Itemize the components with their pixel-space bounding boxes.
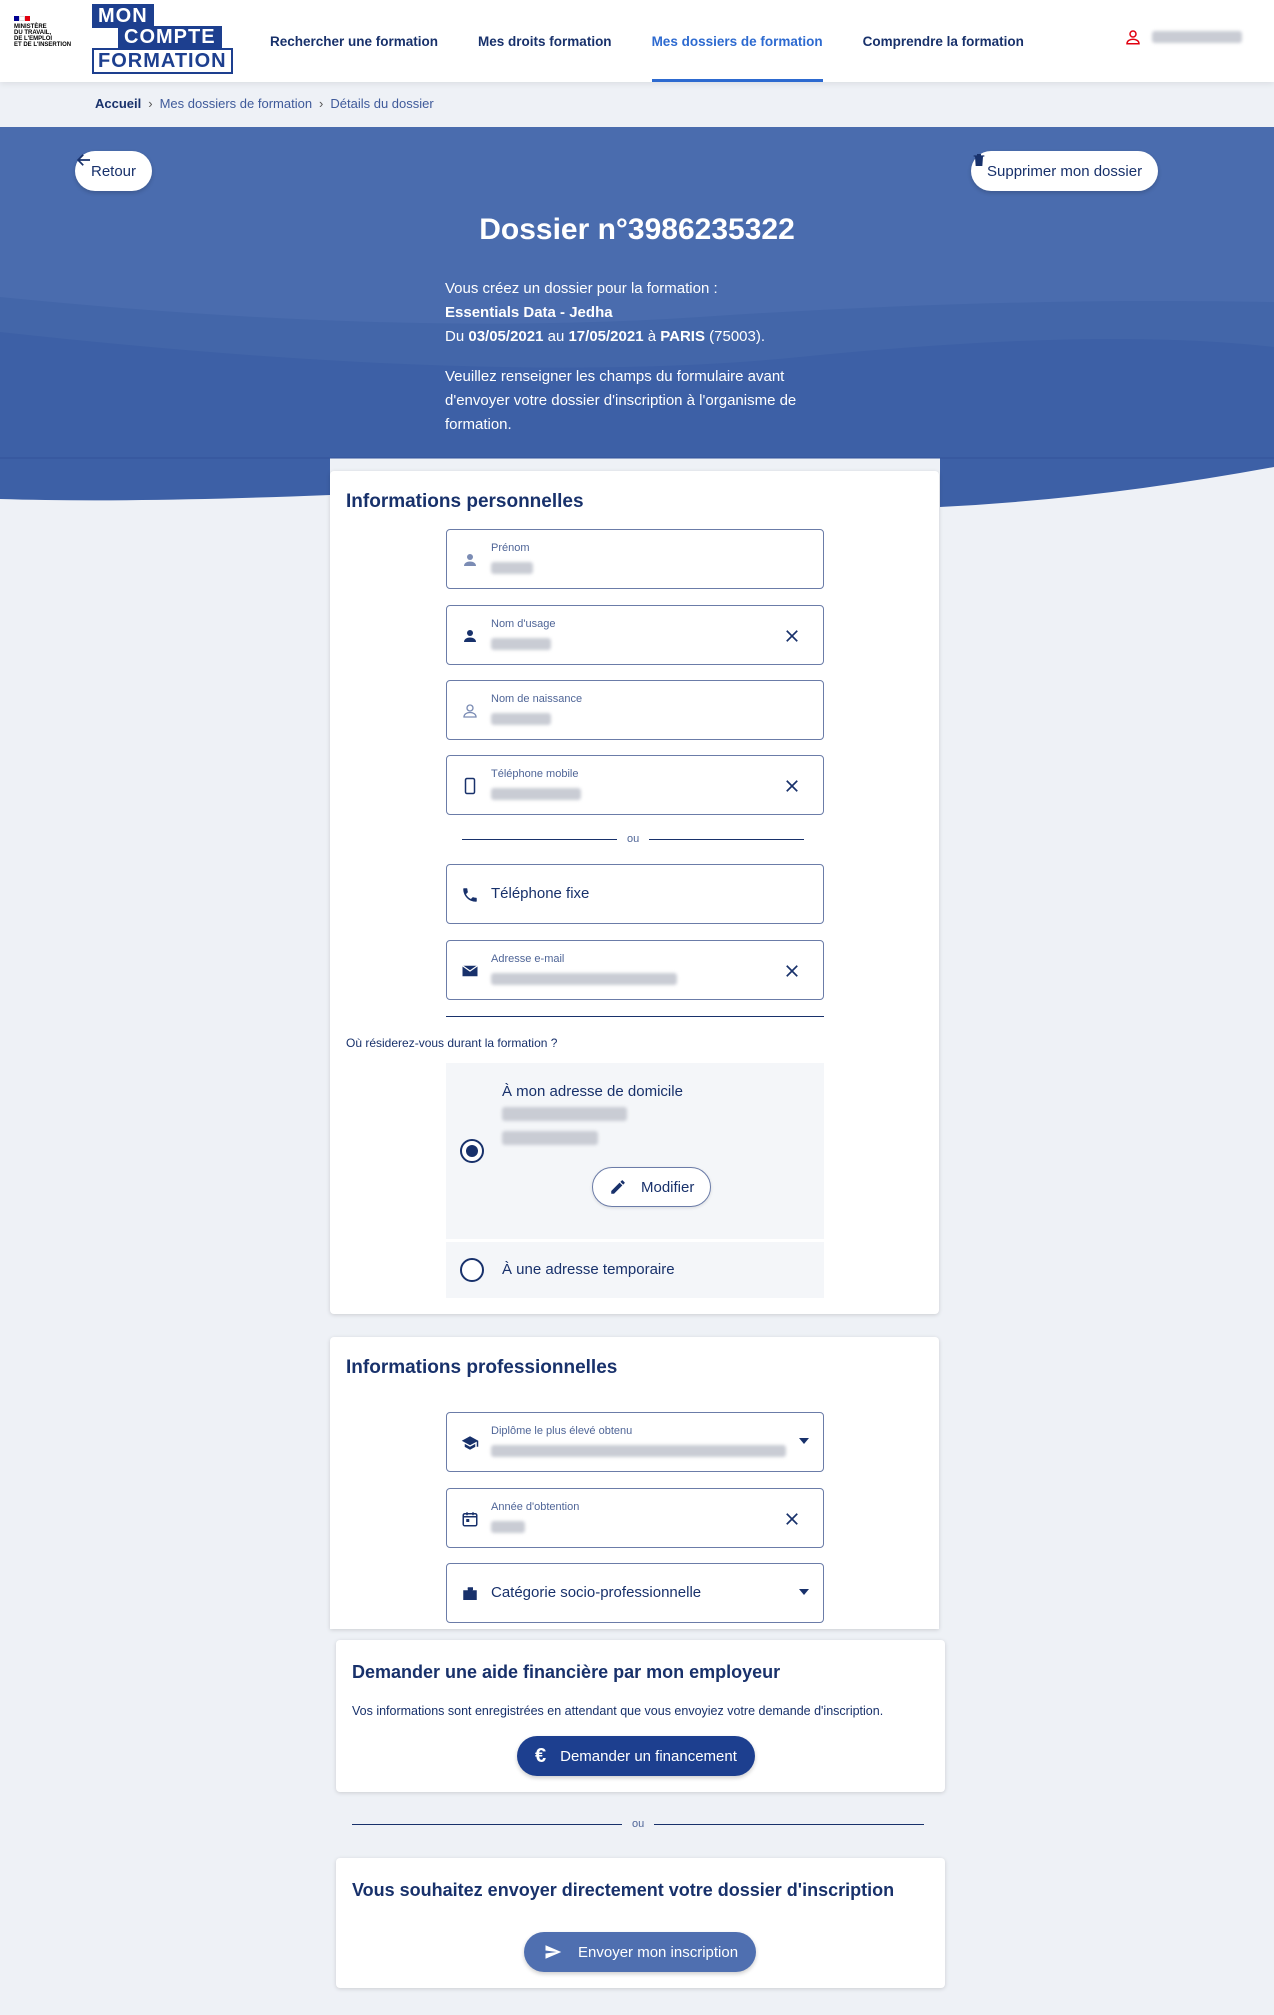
- pencil-icon: [611, 1180, 625, 1194]
- close-icon[interactable]: [783, 627, 801, 645]
- address-redacted: [502, 1131, 598, 1150]
- hero-banner: Retour Supprimer mon dossier Dossier n°3…: [0, 127, 1274, 509]
- close-icon[interactable]: [783, 777, 801, 795]
- divider: [446, 1016, 824, 1017]
- euro-icon: €: [535, 1744, 547, 1767]
- phone-icon: [463, 888, 477, 902]
- professional-info-title: Informations professionnelles: [346, 1357, 618, 1378]
- prenom-field[interactable]: Prénom: [446, 529, 824, 589]
- send-inscription-card: Vous souhaitez envoyer directement votre…: [336, 1858, 945, 1988]
- radio-unselected[interactable]: [460, 1258, 484, 1282]
- mail-icon: [462, 965, 478, 977]
- breadcrumb: Accueil › Mes dossiers de formation › Dé…: [95, 96, 434, 111]
- email-field[interactable]: Adresse e-mail: [446, 940, 824, 1000]
- chevron-down-icon: [799, 1438, 809, 1444]
- dossier-intro: Vous créez un dossier pour la formation …: [445, 280, 797, 433]
- nom-naissance-field[interactable]: Nom de naissance: [446, 680, 824, 740]
- email-value-redacted: [491, 972, 677, 986]
- government-name: MINISTÈRE DU TRAVAIL, DE L'EMPLOI ET DE …: [14, 24, 72, 48]
- or-separator: ou: [462, 833, 805, 845]
- dossier-title: Dossier n°3986235322: [479, 213, 795, 246]
- top-bar: MINISTÈRE DU TRAVAIL, DE L'EMPLOI ET DE …: [0, 0, 1274, 82]
- diplome-select[interactable]: Diplôme le plus élevé obtenu: [446, 1412, 824, 1472]
- professional-info-card: Informations professionnelles Diplôme le…: [330, 1337, 939, 1629]
- personal-info-card: Informations personnelles Prénom Nom d'u…: [330, 471, 939, 1314]
- close-icon[interactable]: [783, 1510, 801, 1528]
- trash-icon: [973, 154, 985, 166]
- chevron-down-icon: [799, 1589, 809, 1595]
- categorie-select[interactable]: Catégorie socio-professionnelle: [446, 1563, 824, 1623]
- user-name-redacted: [1152, 31, 1242, 43]
- main-nav: Rechercher une formation Mes droits form…: [270, 0, 1064, 82]
- telephone-mobile-value-redacted: [491, 787, 581, 801]
- diplome-value-redacted: [491, 1444, 786, 1458]
- personal-info-title: Informations personnelles: [346, 491, 584, 512]
- person-icon: [464, 630, 476, 642]
- send-icon: [545, 1945, 562, 1959]
- nav-droits-formation[interactable]: Mes droits formation: [478, 0, 612, 82]
- residence-temp-option[interactable]: À une adresse temporaire: [446, 1242, 824, 1298]
- arrow-left-icon: [76, 154, 90, 166]
- back-button[interactable]: Retour: [75, 151, 153, 191]
- government-logo[interactable]: MINISTÈRE DU TRAVAIL, DE L'EMPLOI ET DE …: [14, 16, 80, 76]
- request-funding-button[interactable]: € Demander un financement: [517, 1736, 755, 1776]
- breadcrumb-home[interactable]: Accueil: [95, 96, 141, 111]
- calendar-icon: [462, 1512, 478, 1527]
- annee-obtention-field[interactable]: Année d'obtention: [446, 1488, 824, 1548]
- brand-logo[interactable]: MON COMPTE FORMATION: [92, 4, 233, 74]
- radio-selected[interactable]: [460, 1139, 484, 1163]
- nav-search-formation[interactable]: Rechercher une formation: [270, 0, 438, 82]
- briefcase-icon: [463, 1587, 477, 1600]
- user-icon: [1126, 30, 1140, 45]
- nom-usage-value-redacted: [491, 637, 551, 651]
- close-icon[interactable]: [783, 962, 801, 980]
- residence-home-option[interactable]: À mon adresse de domicile Modifier: [446, 1063, 824, 1239]
- telephone-fixe-field[interactable]: Téléphone fixe: [446, 864, 824, 924]
- graduation-cap-icon: [461, 1436, 479, 1450]
- person-icon: [464, 554, 476, 566]
- nav-comprendre-formation[interactable]: Comprendre la formation: [863, 0, 1024, 82]
- residence-question: Où résiderez-vous durant la formation ?: [346, 1036, 558, 1050]
- breadcrumb-current: Détails du dossier: [330, 96, 434, 111]
- modify-address-button[interactable]: Modifier: [592, 1167, 712, 1207]
- delete-dossier-button[interactable]: Supprimer mon dossier: [971, 151, 1159, 191]
- telephone-mobile-field[interactable]: Téléphone mobile: [446, 755, 824, 815]
- nom-naissance-value-redacted: [491, 712, 551, 726]
- person-outline-icon: [463, 704, 477, 718]
- send-inscription-button[interactable]: Envoyer mon inscription: [524, 1932, 757, 1972]
- breadcrumb-dossiers[interactable]: Mes dossiers de formation: [160, 96, 312, 111]
- address-redacted: [502, 1107, 627, 1126]
- prenom-value-redacted: [491, 561, 533, 575]
- smartphone-icon: [464, 777, 476, 795]
- or-separator: ou: [352, 1818, 925, 1830]
- nav-dossiers-formation[interactable]: Mes dossiers de formation: [651, 0, 823, 82]
- annee-value-redacted: [491, 1520, 525, 1534]
- user-menu[interactable]: [1124, 28, 1242, 46]
- nom-usage-field[interactable]: Nom d'usage: [446, 605, 824, 665]
- employer-funding-card: Demander une aide financière par mon emp…: [336, 1640, 945, 1792]
